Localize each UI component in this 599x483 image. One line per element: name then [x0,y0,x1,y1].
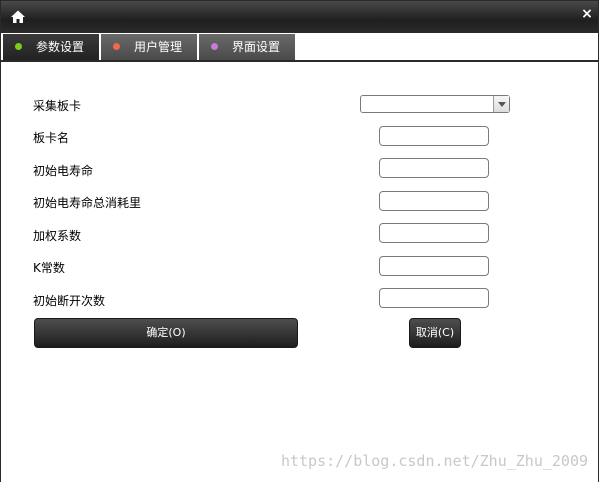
watermark: https://blog.csdn.net/Zhu_Zhu_2009 [280,452,588,470]
settings-window: × 参数设置 用户管理 界面设置 采集板卡 板卡名 初始电寿命 初始电寿命总消耗… [0,0,599,483]
parameter-settings-panel: 采集板卡 板卡名 初始电寿命 初始电寿命总消耗里 加权系数 K常数 初始断开次数… [1,60,598,483]
card-name-label: 板卡名 [33,131,70,145]
weight-coefficient-input[interactable] [379,223,489,243]
tab-bar: 参数设置 用户管理 界面设置 [1,33,598,60]
home-icon[interactable] [10,9,26,25]
initial-break-count-input[interactable] [379,288,489,308]
capture-card-label: 采集板卡 [33,99,82,113]
initial-life-input[interactable] [379,158,489,178]
tab-label: 参数设置 [36,40,85,54]
tab-interface-settings[interactable]: 界面设置 [199,34,295,60]
k-constant-input[interactable] [379,256,489,276]
cancel-button[interactable]: 取消(C) [409,318,461,348]
chevron-down-icon [498,102,506,107]
tab-status-dot [113,43,120,50]
title-bar: × [1,1,598,33]
k-constant-label: K常数 [33,261,65,275]
weight-coefficient-label: 加权系数 [33,229,82,243]
tab-status-dot [211,43,218,50]
initial-life-total-consumption-label: 初始电寿命总消耗里 [33,196,142,210]
confirm-button[interactable]: 确定(O) [34,318,298,348]
initial-break-count-label: 初始断开次数 [33,294,106,308]
tab-user-management[interactable]: 用户管理 [101,34,197,60]
tab-label: 界面设置 [232,40,281,54]
capture-card-select[interactable] [360,95,510,113]
tab-parameter-settings[interactable]: 参数设置 [3,34,99,60]
tab-label: 用户管理 [134,40,183,54]
tab-status-dot [15,43,22,50]
close-icon[interactable]: × [580,7,594,21]
initial-life-total-consumption-input[interactable] [379,191,489,211]
initial-life-label: 初始电寿命 [33,164,94,178]
dropdown-button[interactable] [493,96,509,112]
card-name-input[interactable] [379,126,489,146]
